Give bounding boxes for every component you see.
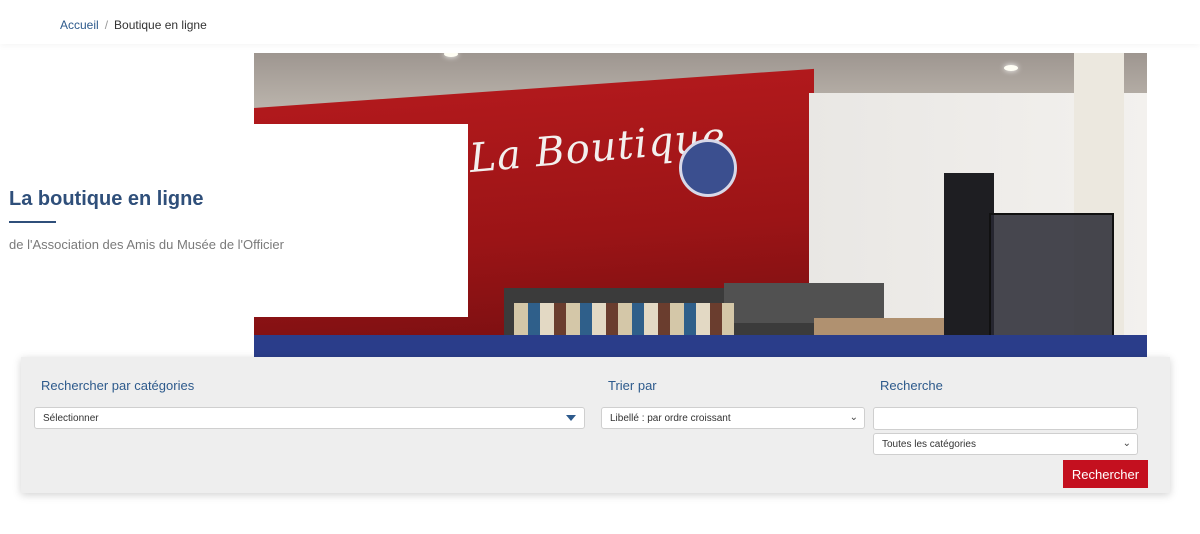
search-category-value: Toutes les catégories [882,438,976,450]
hero-glass-cabinet [989,213,1114,348]
page-subtitle: de l'Association des Amis du Musée de l'… [9,237,284,252]
breadcrumb-bar: Accueil / Boutique en ligne [0,0,1200,44]
hero-display-case [724,283,884,323]
hero-overlay-card [254,124,468,317]
hero-logo [679,139,737,197]
search-button[interactable]: Rechercher [1063,460,1148,488]
title-underline [9,221,56,223]
page-title: La boutique en ligne [9,188,204,210]
breadcrumb-home-link[interactable]: Accueil [60,18,99,32]
sort-label: Trier par [608,378,657,393]
ceiling-light [1004,65,1018,71]
chevron-down-icon: ⌄ [849,412,858,423]
chevron-down-icon: ⌄ [1122,438,1131,449]
breadcrumb-current: Boutique en ligne [114,18,207,32]
sort-select-value: Libellé : par ordre croissant [610,412,731,424]
search-category-select[interactable]: Toutes les catégories ⌄ [873,433,1138,455]
categories-select[interactable]: Sélectionner [34,407,585,429]
hero-floor [254,335,1147,357]
search-input[interactable] [873,407,1138,430]
caret-down-icon [566,415,576,421]
breadcrumb-separator: / [104,18,109,32]
hero-clothing-rack [944,173,994,343]
categories-select-value: Sélectionner [43,412,99,424]
breadcrumb: Accueil / Boutique en ligne [60,18,207,32]
categories-label: Rechercher par catégories [41,378,195,393]
sort-select[interactable]: Libellé : par ordre croissant ⌄ [601,407,865,429]
search-label: Recherche [880,378,943,393]
